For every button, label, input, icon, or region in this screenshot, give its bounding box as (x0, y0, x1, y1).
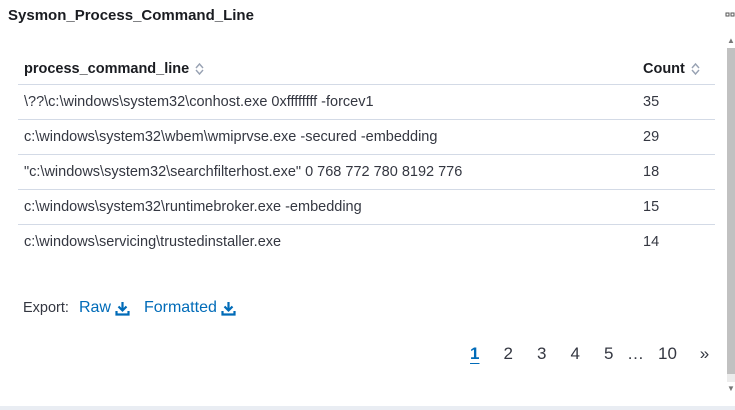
sort-icon[interactable] (691, 62, 700, 76)
table-row: "c:\windows\system32\searchfilterhost.ex… (18, 154, 715, 190)
export-label: Export: (23, 300, 69, 316)
cell-count: 14 (643, 234, 660, 250)
cell-command-line: c:\windows\servicing\trustedinstaller.ex… (24, 234, 282, 250)
scroll-up-arrow-icon[interactable]: ▲ (727, 36, 735, 46)
pagination-ellipsis: … (627, 344, 644, 363)
page-10-button[interactable]: 10 (646, 344, 690, 364)
scroll-down-arrow-icon[interactable]: ▼ (727, 384, 735, 394)
panel-options-icon[interactable] (725, 10, 735, 22)
page-5-button[interactable]: 5 (592, 344, 626, 364)
scroll-thumb[interactable] (727, 48, 735, 374)
export-raw-label: Raw (78, 299, 111, 316)
vertical-scrollbar[interactable]: ▲ ▼ (725, 34, 735, 396)
export-bar: Export: Raw Formatted (23, 299, 250, 317)
page-1-button[interactable]: 1 (458, 344, 492, 364)
cell-count: 35 (637, 84, 715, 120)
column-header-count[interactable]: Count (637, 54, 715, 85)
cell-count: 29 (637, 119, 715, 155)
table-row: c:\windows\system32\wbem\wmiprvse.exe -s… (18, 119, 715, 155)
data-table: process_command_line Count \??\c:\window… (18, 54, 715, 259)
panel-bottom-border (0, 406, 735, 410)
download-icon (221, 301, 236, 316)
column-header-label: process_command_line (24, 61, 190, 77)
download-icon (115, 301, 130, 316)
page-3-button[interactable]: 3 (525, 344, 559, 364)
table-row: c:\windows\servicing\trustedinstaller.ex… (18, 225, 715, 260)
cell-command-line: c:\windows\system32\wbem\wmiprvse.exe -s… (18, 119, 637, 155)
cell-count: 15 (637, 189, 715, 225)
column-header-command-line[interactable]: process_command_line (18, 54, 637, 85)
export-formatted-link[interactable]: Formatted (144, 299, 236, 317)
export-formatted-label: Formatted (143, 299, 217, 316)
next-page-button[interactable]: » (690, 344, 720, 364)
cell-command-line: c:\windows\system32\runtimebroker.exe -e… (18, 189, 637, 225)
page-4-button[interactable]: 4 (559, 344, 593, 364)
table-row: c:\windows\system32\runtimebroker.exe -e… (18, 189, 715, 225)
export-raw-link[interactable]: Raw (79, 299, 130, 317)
cell-count: 18 (637, 154, 715, 190)
table-header-row: process_command_line Count (18, 54, 715, 85)
sort-icon[interactable] (195, 62, 204, 76)
data-table-container: process_command_line Count \??\c:\window… (18, 54, 715, 259)
cell-command-line: "c:\windows\system32\searchfilterhost.ex… (18, 154, 637, 190)
column-header-label: Count (643, 61, 685, 77)
page-2-button[interactable]: 2 (492, 344, 526, 364)
table-row: \??\c:\windows\system32\conhost.exe 0xff… (18, 84, 715, 120)
panel-title: Sysmon_Process_Command_Line (8, 7, 254, 24)
pagination: 1 2 3 4 5 … 10 » (458, 344, 720, 364)
cell-command-line: \??\c:\windows\system32\conhost.exe 0xff… (18, 84, 637, 120)
